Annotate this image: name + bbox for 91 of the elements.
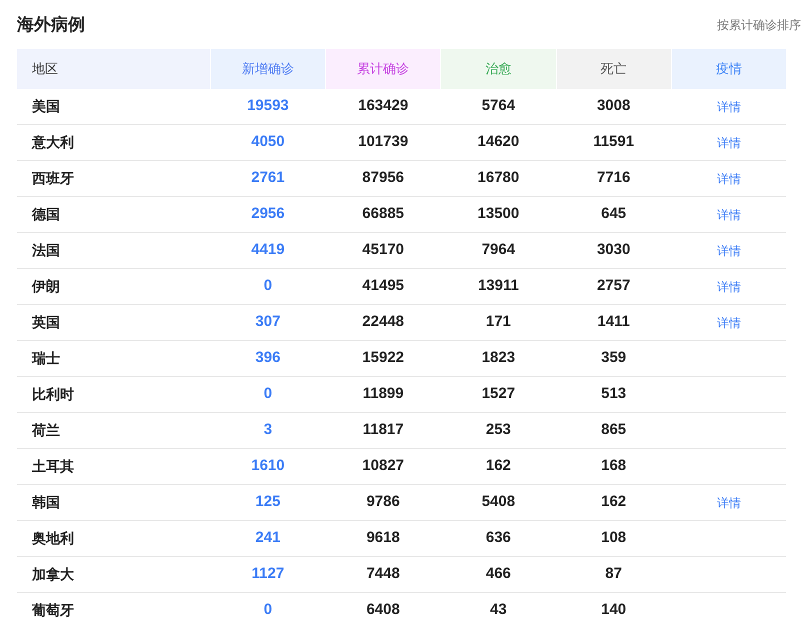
table-cell-text: 125 <box>255 492 280 512</box>
table-cell-text: 7716 <box>596 168 630 188</box>
table-cell-text: 14620 <box>478 132 520 152</box>
table-cell-text: 6408 <box>366 600 400 620</box>
table-cell-text: 359 <box>601 348 626 368</box>
table-cell-text: 0 <box>264 384 272 404</box>
table-cell-text: 162 <box>601 492 626 512</box>
table-cell-text: 108 <box>601 528 626 548</box>
table-cell-text: 4419 <box>251 240 285 260</box>
table-cell-text: 11817 <box>362 420 404 440</box>
table-cell-text: 英国 <box>32 313 60 332</box>
table-cell-text: 11899 <box>362 384 404 404</box>
table-cell-text: 163429 <box>358 96 408 116</box>
table-cell-text: 法国 <box>32 241 60 260</box>
table-cell-text: 3 <box>264 420 272 440</box>
table-cell-text: 西班牙 <box>32 169 74 188</box>
table-cell-text: 140 <box>601 600 626 620</box>
table-cell-text: 瑞士 <box>32 349 60 368</box>
table-cell-text: 1527 <box>482 384 516 404</box>
table-cell-text: 66885 <box>362 204 404 224</box>
table-cell-text: 3008 <box>596 96 630 116</box>
column-header: 新增确诊 <box>210 49 326 89</box>
detail-link[interactable]: 详情 <box>716 278 741 296</box>
table-cell-text: 5764 <box>482 96 516 116</box>
table-cell-text: 87 <box>605 564 622 584</box>
column-header: 死亡 <box>556 49 671 89</box>
table-cell-text: 307 <box>255 312 280 332</box>
detail-link[interactable]: 详情 <box>716 494 741 512</box>
table-cell-text: 5408 <box>482 492 516 512</box>
table-cell-text: 荷兰 <box>32 421 60 440</box>
table-cell-text: 171 <box>486 312 511 332</box>
table-cell-text: 13911 <box>478 276 519 296</box>
table-cell-text: 13500 <box>478 204 520 224</box>
table-cell-text: 9786 <box>366 492 400 512</box>
column-header: 地区 <box>17 49 210 89</box>
table-cell-text: 土耳其 <box>32 457 74 476</box>
table-cell-text: 162 <box>486 456 511 476</box>
table-cell-text: 韩国 <box>32 493 60 512</box>
column-header: 疫情 <box>672 49 786 89</box>
table-cell-text: 4050 <box>251 132 285 152</box>
table-cell-text: 1610 <box>251 456 285 476</box>
detail-link[interactable]: 详情 <box>716 242 741 260</box>
table-cell-text: 葡萄牙 <box>32 601 74 620</box>
sort-link[interactable]: 按累计确诊排序 <box>717 16 801 34</box>
table-cell-text: 10827 <box>362 456 404 476</box>
detail-link[interactable]: 详情 <box>716 206 741 224</box>
column-header: 治愈 <box>441 49 556 89</box>
table-cell-text: 1411 <box>597 312 630 332</box>
table-cell-text: 513 <box>601 384 626 404</box>
detail-link[interactable]: 详情 <box>716 98 741 116</box>
table-cell-text: 2956 <box>251 204 285 224</box>
table-cell-text: 3030 <box>596 240 630 260</box>
table-cell-text: 41495 <box>362 276 404 296</box>
table-cell-text: 伊朗 <box>32 277 60 296</box>
table-cell-text: 16780 <box>478 168 520 188</box>
table-cell-text: 0 <box>264 600 272 620</box>
table-cell-text: 9618 <box>366 528 400 548</box>
table-cell-text: 19593 <box>247 96 289 116</box>
table-cell-text: 美国 <box>32 97 60 116</box>
table-cell-text: 加拿大 <box>32 565 74 584</box>
table-cell-text: 865 <box>601 420 626 440</box>
table-cell-text: 645 <box>601 204 626 224</box>
table-cell-text: 7448 <box>366 564 400 584</box>
table-cell-text: 466 <box>486 564 511 584</box>
table-cell-text: 396 <box>255 348 280 368</box>
table-cell-text: 45170 <box>362 240 404 260</box>
table-cell-text: 2761 <box>251 168 285 188</box>
table-cell-text: 奥地利 <box>32 529 74 548</box>
table-cell-text: 168 <box>601 456 626 476</box>
table-cell-text: 0 <box>264 276 272 296</box>
table-cell-text: 253 <box>486 420 511 440</box>
detail-link[interactable]: 详情 <box>716 170 741 188</box>
table-cell-text: 11591 <box>593 132 634 152</box>
table-cell-text: 43 <box>490 600 507 620</box>
table-cell-text: 比利时 <box>32 385 74 404</box>
table-cell-text: 2757 <box>596 276 630 296</box>
table-cell-text: 德国 <box>32 205 60 224</box>
section-title: 海外病例 <box>17 14 85 36</box>
table-cell-text: 241 <box>255 528 280 548</box>
table-cell-text: 15922 <box>362 348 404 368</box>
table-cell-text: 87956 <box>362 168 404 188</box>
table-cell-text: 22448 <box>362 312 404 332</box>
table-cell-text: 7964 <box>482 240 516 260</box>
detail-link[interactable]: 详情 <box>716 134 741 152</box>
column-header: 累计确诊 <box>326 49 440 89</box>
table-cell-text: 101739 <box>358 132 408 152</box>
table-cell-text: 1823 <box>482 348 516 368</box>
table-cell-text: 1127 <box>252 564 284 584</box>
detail-link[interactable]: 详情 <box>716 314 741 332</box>
table-cell-text: 636 <box>486 528 511 548</box>
table-cell-text: 意大利 <box>32 133 74 152</box>
